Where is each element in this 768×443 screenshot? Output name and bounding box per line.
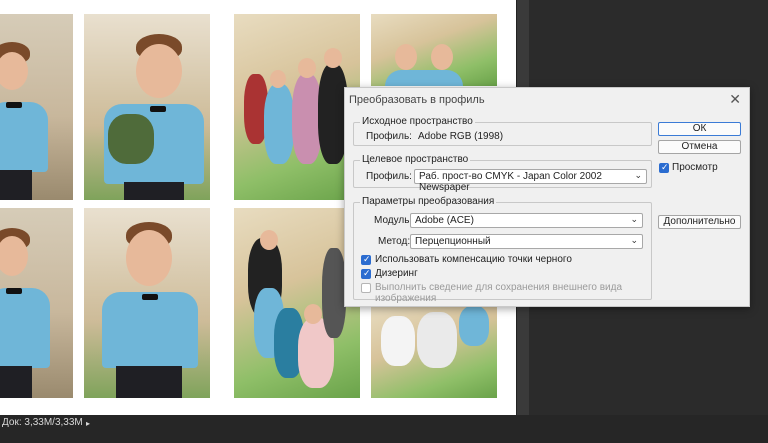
- intent-select[interactable]: Перцепционный ⌄: [410, 234, 643, 249]
- cancel-button[interactable]: Отмена: [658, 140, 741, 154]
- convert-to-profile-dialog: Преобразовать в профиль ✕ Исходное прост…: [344, 87, 750, 307]
- engine-label: Модуль:: [374, 215, 413, 226]
- destination-profile-select[interactable]: Раб. прост-во CMYK - Japan Color 2002 Ne…: [414, 169, 647, 193]
- conversion-options-group: Параметры преобразования Модуль: Adobe (…: [353, 196, 652, 304]
- engine-select[interactable]: Adobe (ACE) ⌄: [410, 213, 643, 228]
- advanced-button[interactable]: Дополнительно: [658, 215, 741, 229]
- photo-kids-sitting: [371, 306, 497, 398]
- intent-value: Перцепционный: [415, 236, 491, 247]
- flatten-checkbox: [361, 283, 371, 293]
- document-size-info: Док: 3,33M/3,33M: [2, 417, 83, 428]
- black-point-checkbox[interactable]: [361, 254, 371, 265]
- close-icon[interactable]: ✕: [729, 91, 741, 108]
- photo-boy-holding-toy: [84, 14, 210, 200]
- black-point-label: Использовать компенсацию точки черного: [375, 254, 572, 265]
- destination-profile-label: Профиль:: [366, 171, 412, 182]
- status-menu-arrow-icon[interactable]: ▸: [86, 419, 90, 428]
- dither-checkbox[interactable]: [361, 268, 371, 279]
- destination-space-title: Целевое пространство: [360, 154, 471, 165]
- source-profile-value: Adobe RGB (1998): [418, 131, 504, 142]
- dialog-title: Преобразовать в профиль: [349, 94, 485, 106]
- photo-boy-thumbs-up-2: [0, 208, 73, 398]
- chevron-down-icon: ⌄: [630, 235, 638, 245]
- ok-button[interactable]: ОК: [658, 122, 741, 136]
- engine-value: Adobe (ACE): [415, 215, 474, 226]
- photo-boy-standing: [84, 208, 210, 398]
- source-space-title: Исходное пространство: [360, 116, 475, 127]
- preview-checkbox[interactable]: [659, 162, 669, 173]
- conversion-options-title: Параметры преобразования: [360, 196, 497, 207]
- photo-boy-thumbs-up: [0, 14, 73, 200]
- photo-group-stairs: [234, 14, 360, 200]
- dither-label: Дизеринг: [375, 268, 418, 279]
- status-bar: Док: 3,33M/3,33M ▸: [0, 415, 768, 443]
- preview-label: Просмотр: [672, 162, 718, 173]
- source-profile-label: Профиль:: [366, 131, 412, 142]
- intent-label: Метод:: [378, 236, 411, 247]
- chevron-down-icon: ⌄: [634, 170, 642, 180]
- flatten-label: Выполнить сведение для сохранения внешне…: [375, 282, 623, 304]
- chevron-down-icon: ⌄: [630, 214, 638, 224]
- source-space-group: Исходное пространство Профиль: Adobe RGB…: [353, 116, 652, 146]
- destination-space-group: Целевое пространство Профиль: Раб. прост…: [353, 154, 652, 193]
- destination-profile-value: Раб. прост-во CMYK - Japan Color 2002 Ne…: [419, 171, 602, 193]
- photo-group-stairs-2: [234, 208, 360, 398]
- photo-two-boys: [371, 14, 497, 86]
